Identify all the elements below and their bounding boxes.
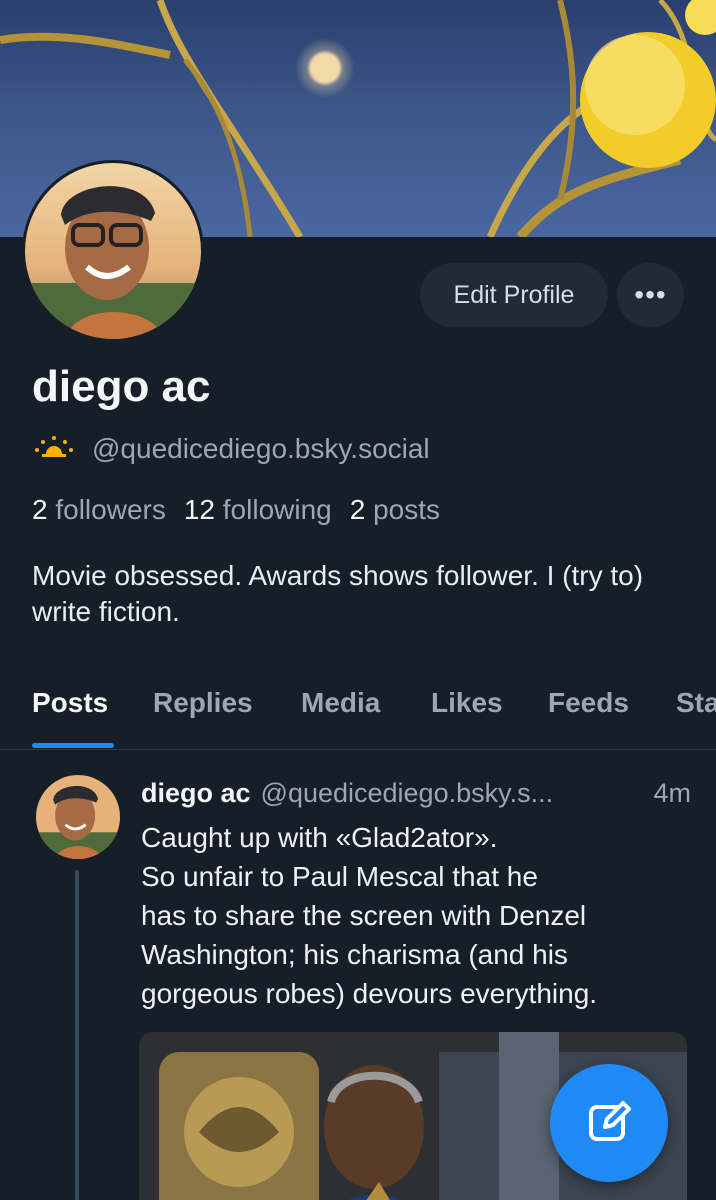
active-tab-indicator xyxy=(32,743,114,748)
post-author-name[interactable]: diego ac xyxy=(141,778,251,809)
edit-profile-button[interactable]: Edit Profile xyxy=(420,263,608,327)
tab-likes[interactable]: Likes xyxy=(431,682,503,749)
profile-handle: @quedicediego.bsky.social xyxy=(92,433,430,464)
compose-button[interactable] xyxy=(550,1064,668,1182)
thread-line xyxy=(75,870,79,1200)
profile-display-name: diego ac xyxy=(32,362,211,411)
more-options-button[interactable]: ••• xyxy=(617,263,684,327)
followers-stat[interactable]: 2 followers xyxy=(32,494,166,526)
profile-tabs: Posts Replies Media Likes Feeds Sta xyxy=(0,682,716,750)
tab-media[interactable]: Media xyxy=(301,682,380,749)
profile-avatar[interactable] xyxy=(22,160,204,342)
profile-page: Edit Profile ••• diego ac @quedicediego.… xyxy=(0,0,716,1200)
posts-stat: 2 posts xyxy=(349,494,441,525)
post-header: diego ac @quedicediego.bsky.s... 4m xyxy=(141,778,691,809)
profile-handle-row: @quedicediego.bsky.social xyxy=(34,431,430,467)
more-options-icon: ••• xyxy=(634,279,667,310)
post-timestamp[interactable]: 4m xyxy=(653,778,691,809)
post-author-handle[interactable]: @quedicediego.bsky.s... xyxy=(261,778,638,809)
edit-profile-label: Edit Profile xyxy=(453,280,575,309)
profile-bio: Movie obsessed. Awards shows follower. I… xyxy=(32,560,644,627)
profile-stats: 2 followers 12 following 2 posts xyxy=(32,494,440,526)
tab-replies[interactable]: Replies xyxy=(153,682,253,749)
tab-posts[interactable]: Posts xyxy=(32,682,108,749)
following-stat[interactable]: 12 following xyxy=(184,494,332,526)
compose-icon xyxy=(585,1097,633,1150)
post-text: Caught up with «Glad2ator». So unfair to… xyxy=(141,822,598,1009)
sun-icon xyxy=(34,433,74,465)
tab-feeds[interactable]: Feeds xyxy=(548,682,629,749)
tab-starter-packs[interactable]: Sta xyxy=(676,682,716,749)
post-avatar[interactable] xyxy=(36,775,120,859)
